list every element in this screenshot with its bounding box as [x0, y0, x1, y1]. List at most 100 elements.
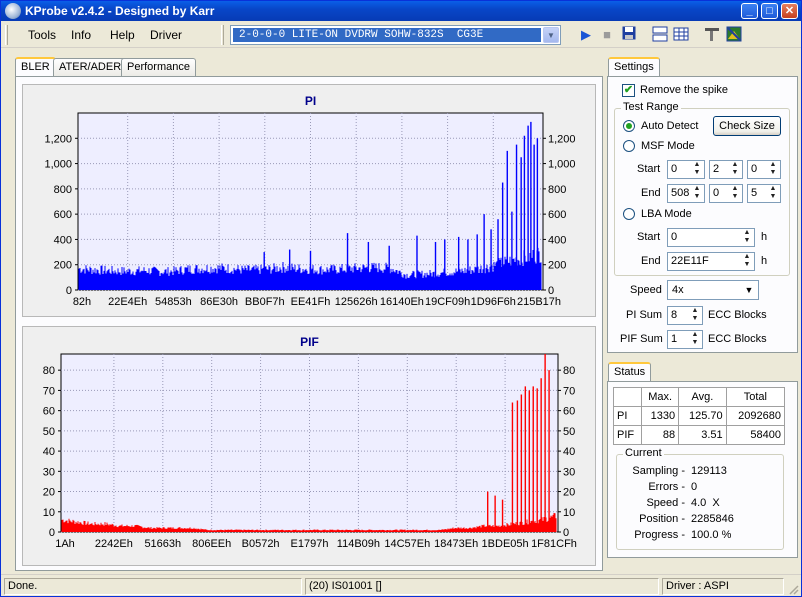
x-tick-label: 1D96F6h [471, 296, 516, 308]
tab-settings[interactable]: Settings [608, 57, 660, 77]
position-value: 2285846 [691, 513, 734, 525]
y-tick-label-left: 60 [43, 406, 55, 418]
tab-bler[interactable]: BLER [15, 57, 56, 77]
msf-start-sec[interactable]: 2 ▲ ▼ [709, 160, 743, 179]
image-icon[interactable] [725, 26, 743, 44]
table-cell: 88 [641, 425, 680, 445]
spin-arrows-icon[interactable]: ▲ ▼ [767, 161, 779, 178]
spin-arrows-icon[interactable]: ▲ ▼ [689, 307, 701, 324]
pif-sum-label: PIF Sum [620, 333, 663, 345]
y-tick-label-left: 80 [43, 365, 55, 377]
msf-mode-label: MSF Mode [641, 140, 695, 152]
toolbar-grip [221, 25, 224, 45]
lba-end-unit: h [761, 255, 768, 267]
y-tick-label-right: 10 [563, 507, 575, 519]
y-tick-label-right: 600 [548, 209, 566, 221]
speed-status-value: 4.0 X [691, 497, 720, 509]
position-label: Position - [639, 513, 685, 525]
msf-end-min[interactable]: 508 ▲ ▼ [667, 184, 705, 203]
tab-status[interactable]: Status [608, 362, 652, 382]
menu-tools[interactable]: Tools [28, 28, 56, 42]
title-bar[interactable]: KProbe v2.4.2 - Designed by Karr _ □ ✕ [1, 1, 801, 21]
lba-end-label: End [641, 255, 661, 267]
x-tick-label: 806EEh [192, 538, 231, 550]
table-header-cell: Max. [641, 387, 680, 407]
lba-mode-label: LBA Mode [641, 208, 692, 220]
pif-ecc-blocks-label: ECC Blocks [708, 333, 767, 345]
grid-icon[interactable] [672, 26, 690, 44]
y-tick-label-left: 50 [43, 426, 55, 438]
y-tick-label-right: 30 [563, 466, 575, 478]
msf-mode-radio[interactable] [623, 140, 635, 152]
current-group: Current Sampling - 129113 Errors - 0 Spe… [616, 447, 784, 550]
msf-start-label: Start [637, 163, 661, 175]
menu-driver[interactable]: Driver [150, 28, 182, 42]
layout-icon[interactable] [651, 26, 669, 44]
msf-end-frame[interactable]: 5 ▲ ▼ [747, 184, 781, 203]
x-tick-label: 22E4Eh [108, 296, 147, 308]
status-middle: (20) IS01001 [] [305, 578, 659, 595]
table-cell: 3.51 [678, 425, 727, 445]
close-button[interactable]: ✕ [781, 3, 798, 19]
maximize-button[interactable]: □ [761, 3, 778, 19]
row-label: PIF [612, 425, 643, 445]
spin-arrows-icon[interactable]: ▲ ▼ [689, 331, 701, 348]
spin-arrows-icon[interactable]: ▲ ▼ [729, 161, 741, 178]
y-tick-label-left: 800 [54, 184, 72, 196]
x-tick-label: 125626h [335, 296, 378, 308]
lba-end-input[interactable]: 22E11F ▲ ▼ [667, 252, 755, 271]
pif-sum-input[interactable]: 1 ▲ ▼ [667, 330, 703, 349]
sampling-label: Sampling - [632, 465, 685, 477]
errors-value: 0 [691, 481, 698, 493]
remove-spike-label: Remove the spike [640, 84, 729, 96]
menu-info[interactable]: Info [71, 28, 91, 42]
chevron-down-icon[interactable]: ▼ [741, 282, 757, 298]
spin-arrows-icon[interactable]: ▲ ▼ [741, 229, 753, 246]
auto-detect-radio[interactable] [623, 120, 635, 132]
spin-arrows-icon[interactable]: ▲ ▼ [767, 185, 779, 202]
lba-mode-radio[interactable] [623, 208, 635, 220]
table-row: PI 1330 125.70 2092680 [612, 406, 786, 426]
chevron-down-icon[interactable]: ▼ [543, 27, 559, 43]
speed-select[interactable]: 4x ▼ [667, 280, 759, 300]
resize-grip-icon[interactable] [787, 583, 799, 595]
y-tick-label-right: 800 [548, 184, 566, 196]
remove-spike-checkbox[interactable]: ✔ [622, 84, 635, 97]
y-tick-label-left: 70 [43, 385, 55, 397]
y-tick-label-left: 1,200 [44, 133, 72, 145]
msf-start-frame[interactable]: 0 ▲ ▼ [747, 160, 781, 179]
toolbar-grip [5, 25, 8, 45]
stop-icon[interactable]: ■ [598, 26, 616, 44]
pi-sum-input[interactable]: 8 ▲ ▼ [667, 306, 703, 325]
progress-label: Progress - [634, 529, 685, 541]
spin-arrows-icon[interactable]: ▲ ▼ [741, 253, 753, 270]
tab-performance[interactable]: Performance [121, 58, 196, 76]
spin-arrows-icon[interactable]: ▲ ▼ [691, 185, 703, 202]
spin-arrows-icon[interactable]: ▲ ▼ [691, 161, 703, 178]
tools-icon[interactable] [703, 26, 721, 44]
msf-start-min[interactable]: 0 ▲ ▼ [667, 160, 705, 179]
tab-ater-ader[interactable]: ATER/ADER [53, 58, 128, 76]
play-icon[interactable]: ▶ [577, 26, 595, 44]
spin-arrows-icon[interactable]: ▲ ▼ [729, 185, 741, 202]
x-tick-label: E1797h [291, 538, 329, 550]
pi-ecc-blocks-label: ECC Blocks [708, 309, 767, 321]
y-tick-label-left: 400 [54, 234, 72, 246]
y-tick-label-right: 1,200 [548, 133, 576, 145]
y-tick-label-right: 60 [563, 406, 575, 418]
table-header-cell: Total [725, 387, 786, 407]
lba-start-unit: h [761, 231, 768, 243]
minimize-button[interactable]: _ [741, 3, 758, 19]
drive-select[interactable]: 2-0-0-0 LITE-ON DVDRW SOHW-832S CG3E ▼ [230, 25, 561, 45]
settings-panel: ✔ Remove the spike Test Range Auto Detec… [607, 76, 798, 353]
table-header-row: Max. Avg. Total [612, 387, 786, 407]
app-icon[interactable] [5, 3, 21, 19]
check-size-button[interactable]: Check Size [713, 116, 781, 136]
save-icon[interactable] [620, 26, 638, 44]
speed-label: Speed [630, 284, 662, 296]
menu-help[interactable]: Help [110, 28, 135, 42]
y-tick-label-left: 0 [66, 285, 72, 297]
lba-start-input[interactable]: 0 ▲ ▼ [667, 228, 755, 247]
x-tick-label: 19CF09h [425, 296, 470, 308]
msf-end-sec[interactable]: 0 ▲ ▼ [709, 184, 743, 203]
